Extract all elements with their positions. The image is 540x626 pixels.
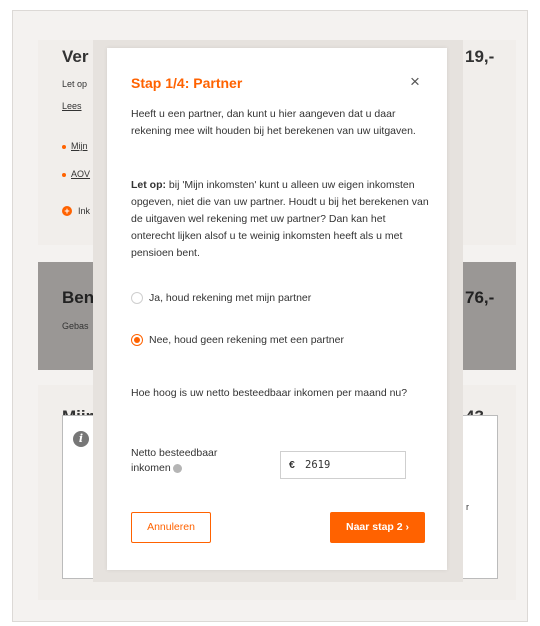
info-icon: i <box>73 431 89 447</box>
pension-band-subtext: Gebas <box>62 321 89 331</box>
dialog-note: Let op: bij 'Mijn inkomsten' kunt u alle… <box>131 177 431 262</box>
dialog-intro-text: Heeft u een partner, dan kunt u hier aan… <box>131 108 416 137</box>
note-label: Let op: <box>131 179 166 191</box>
expenses-read-more-link[interactable]: Lees <box>62 101 82 111</box>
add-icon[interactable]: + <box>62 206 72 216</box>
radio-partner-yes-label[interactable]: Ja, houd rekening met mijn partner <box>149 292 311 304</box>
income-input[interactable] <box>305 457 400 473</box>
info-panel-text: r <box>466 502 469 512</box>
income-field-label: Netto besteedbaar inkomen <box>131 446 251 476</box>
dialog-title: Stap 1/4: Partner <box>131 75 243 91</box>
bullet-icon <box>62 145 66 149</box>
next-step-button[interactable]: Naar stap 2 › <box>330 512 425 543</box>
radio-partner-no[interactable] <box>131 334 143 346</box>
bullet-link-income[interactable]: Mijn <box>71 141 88 151</box>
partner-dialog: Stap 1/4: Partner × Heeft u een partner,… <box>107 48 447 570</box>
pension-band-title: Ben <box>62 288 95 307</box>
pension-band-amount: 76,- <box>465 288 495 307</box>
radio-partner-yes[interactable] <box>131 292 143 304</box>
add-income-label[interactable]: Ink <box>78 206 90 216</box>
expenses-card-amount: 19,- <box>465 47 495 66</box>
currency-symbol: € <box>289 459 295 471</box>
income-question: Hoe hoog is uw netto besteedbaar inkomen… <box>131 387 408 399</box>
bullet-icon <box>62 173 66 177</box>
expenses-card-title: Ver <box>62 47 89 66</box>
note-text: bij 'Mijn inkomsten' kunt u alleen uw ei… <box>131 179 429 259</box>
income-input-wrapper[interactable]: € <box>280 451 406 479</box>
close-icon[interactable]: × <box>410 72 420 92</box>
radio-partner-no-label[interactable]: Nee, houd geen rekening met een partner <box>149 334 344 346</box>
info-icon[interactable] <box>172 463 182 473</box>
bullet-link-aov[interactable]: AOV <box>71 169 90 179</box>
expenses-note: Let op <box>62 79 88 89</box>
cancel-button[interactable]: Annuleren <box>131 512 211 543</box>
